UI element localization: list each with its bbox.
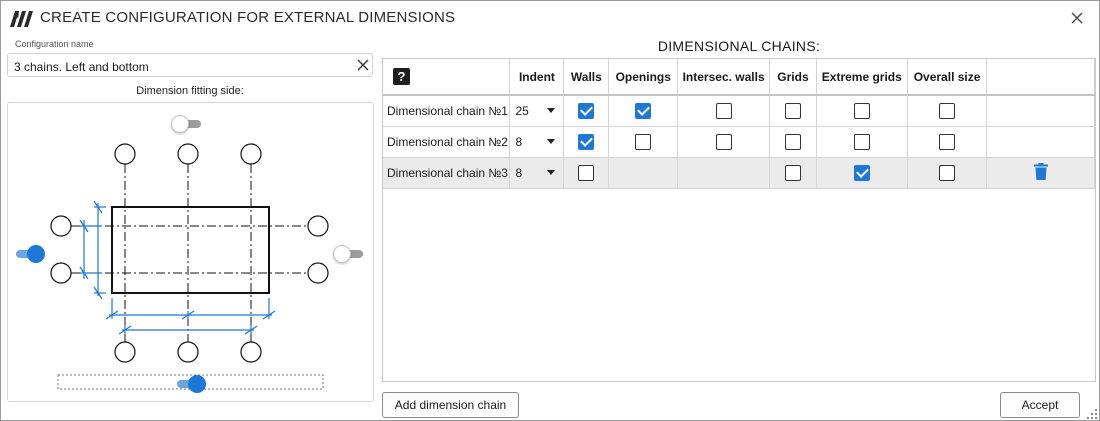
- chain-name-cell: Dimensional chain №3: [383, 157, 511, 189]
- axis-bubble: [307, 262, 329, 284]
- resize-grip-icon[interactable]: [1087, 409, 1097, 419]
- indent-value: 8: [515, 134, 523, 149]
- dimensional-chains-title: DIMENSIONAL CHAINS:: [657, 38, 821, 54]
- dialog-window: CREATE CONFIGURATION FOR EXTERNAL DIMENS…: [0, 0, 1100, 421]
- intersec-walls-cell: [677, 95, 770, 127]
- axis-bubble: [114, 143, 136, 165]
- col-intersec-walls[interactable]: Intersec. walls: [677, 59, 770, 96]
- dropdown-arrow-icon: [547, 138, 556, 144]
- dropdown-arrow-icon: [547, 108, 556, 113]
- table-row[interactable]: Dimensional chain №1 25: [383, 95, 1095, 127]
- close-icon: [1071, 12, 1083, 24]
- fitting-side-diagram: [7, 102, 374, 402]
- table-row[interactable]: Dimensional chain №2 8: [383, 126, 1095, 158]
- building-outline: [111, 206, 270, 294]
- bottom-side-toggle[interactable]: [173, 374, 207, 394]
- table-row[interactable]: Dimensional chain №3 8: [383, 157, 1095, 189]
- window-title: CREATE CONFIGURATION FOR EXTERNAL DIMENS…: [40, 9, 456, 26]
- add-dimension-chain-button[interactable]: Add dimension chain: [382, 392, 519, 418]
- grids-cell: [769, 126, 817, 158]
- axis-bubble: [50, 215, 72, 237]
- close-button[interactable]: [1065, 6, 1089, 30]
- walls-cell: [563, 126, 610, 158]
- col-actions: [986, 59, 1095, 96]
- chain-name-cell: Dimensional chain №2: [383, 126, 511, 158]
- overall-size-checkbox[interactable]: [939, 133, 956, 150]
- axis-bubble: [240, 143, 262, 165]
- intersec-walls-checkbox[interactable]: [715, 133, 732, 150]
- col-indent[interactable]: Indent: [509, 59, 565, 96]
- extreme-grids-cell: [816, 157, 908, 189]
- walls-cell: [563, 95, 610, 127]
- row-actions-cell: [986, 126, 1095, 158]
- grids-cell: [769, 95, 817, 127]
- intersec-walls-checkbox[interactable]: [715, 102, 732, 119]
- extreme-grids-cell: [816, 126, 908, 158]
- table-header-row: ? Indent Walls Openings Intersec. walls …: [383, 59, 1095, 96]
- col-walls[interactable]: Walls: [563, 59, 610, 96]
- col-grids[interactable]: Grids: [769, 59, 817, 96]
- building-scheme-diagram: [50, 143, 329, 390]
- right-side-toggle[interactable]: [333, 244, 367, 264]
- overall-size-cell: [907, 95, 988, 127]
- row-actions-cell: [986, 157, 1095, 189]
- indent-dropdown[interactable]: 8: [509, 157, 565, 189]
- openings-checkbox[interactable]: [635, 102, 652, 119]
- config-name-label: Configuration name: [15, 39, 94, 49]
- dimensional-chains-grid: ? Indent Walls Openings Intersec. walls …: [382, 58, 1096, 382]
- left-side-toggle[interactable]: [12, 244, 46, 264]
- help-icon[interactable]: ?: [393, 68, 410, 85]
- dropdown-arrow-icon: [547, 169, 556, 175]
- indent-value: 25: [515, 103, 529, 118]
- accept-button[interactable]: Accept: [1000, 392, 1080, 418]
- axis-bubble: [177, 341, 199, 363]
- app-logo-icon: [10, 11, 33, 27]
- intersec-walls-cell: [677, 157, 770, 189]
- openings-cell: [608, 126, 679, 158]
- fitting-side-label: Dimension fitting side:: [136, 85, 244, 97]
- openings-cell: [608, 157, 679, 189]
- axis-bubble: [307, 215, 329, 237]
- extreme-grids-cell: [816, 95, 908, 127]
- grids-checkbox[interactable]: [784, 102, 801, 119]
- walls-checkbox[interactable]: [578, 102, 595, 119]
- top-side-toggle[interactable]: [171, 114, 205, 134]
- config-name-input[interactable]: [7, 53, 373, 77]
- grids-cell: [769, 157, 817, 189]
- axis-bubble: [50, 262, 72, 284]
- openings-checkbox[interactable]: [635, 133, 652, 150]
- grids-checkbox[interactable]: [784, 164, 801, 181]
- title-bar: CREATE CONFIGURATION FOR EXTERNAL DIMENS…: [1, 1, 1099, 35]
- extreme-grids-checkbox[interactable]: [853, 102, 870, 119]
- col-openings[interactable]: Openings: [608, 59, 679, 96]
- intersec-walls-cell: [677, 126, 770, 158]
- openings-cell: [608, 95, 679, 127]
- help-header-cell: ?: [383, 59, 511, 96]
- chains-table: ? Indent Walls Openings Intersec. walls …: [383, 59, 1095, 189]
- overall-size-checkbox[interactable]: [939, 102, 956, 119]
- axis-bubble: [114, 341, 136, 363]
- extreme-grids-checkbox[interactable]: [853, 133, 870, 150]
- extreme-grids-checkbox[interactable]: [853, 164, 870, 181]
- grids-checkbox[interactable]: [784, 133, 801, 150]
- col-extreme-grids[interactable]: Extreme grids: [816, 59, 908, 96]
- overall-size-cell: [907, 157, 988, 189]
- delete-row-icon[interactable]: [1033, 162, 1048, 180]
- indent-dropdown[interactable]: 8: [509, 126, 565, 158]
- walls-checkbox[interactable]: [578, 133, 595, 150]
- col-overall-size[interactable]: Overall size: [907, 59, 988, 96]
- axis-bubble: [177, 143, 199, 165]
- chain-name-cell: Dimensional chain №1: [383, 95, 511, 127]
- overall-size-checkbox[interactable]: [939, 164, 956, 181]
- clear-icon[interactable]: [356, 58, 370, 72]
- overall-size-cell: [907, 126, 988, 158]
- indent-dropdown[interactable]: 25: [509, 95, 565, 127]
- walls-checkbox[interactable]: [578, 164, 595, 181]
- walls-cell: [563, 157, 610, 189]
- row-actions-cell: [986, 95, 1095, 127]
- axis-bubble: [240, 341, 262, 363]
- indent-value: 8: [515, 165, 523, 180]
